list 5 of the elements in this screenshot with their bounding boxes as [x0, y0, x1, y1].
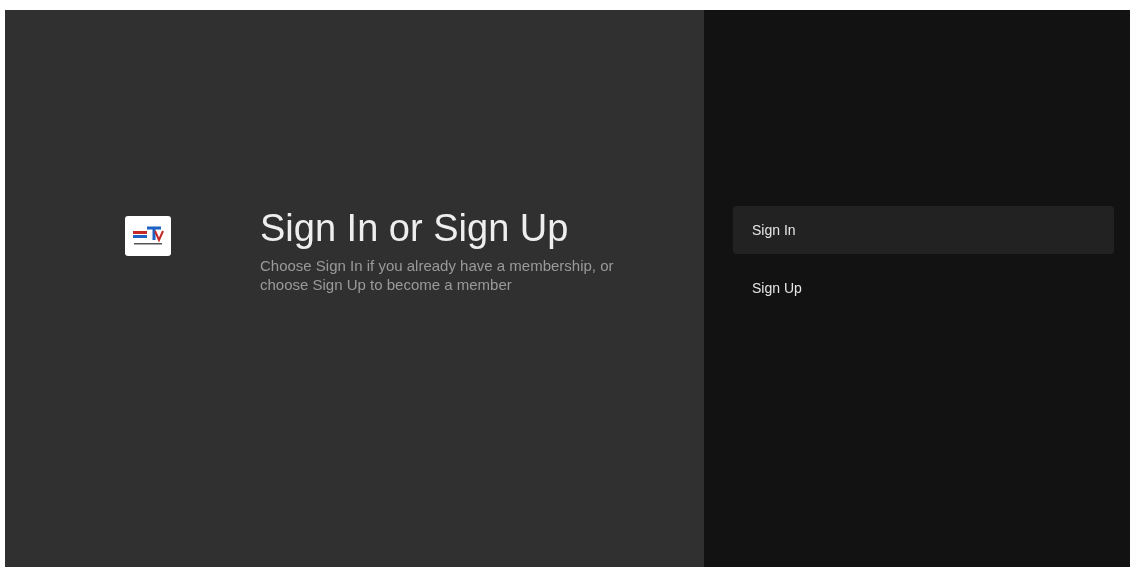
- page-description: Choose Sign In if you already have a membership, or choose Sign Up to become a member: [260, 256, 615, 294]
- action-item[interactable]: Sign In: [733, 206, 1114, 254]
- action-item[interactable]: Sign Up: [733, 264, 1114, 312]
- app-logo-icon: [125, 216, 171, 256]
- page-title: Sign In or Sign Up: [260, 206, 570, 250]
